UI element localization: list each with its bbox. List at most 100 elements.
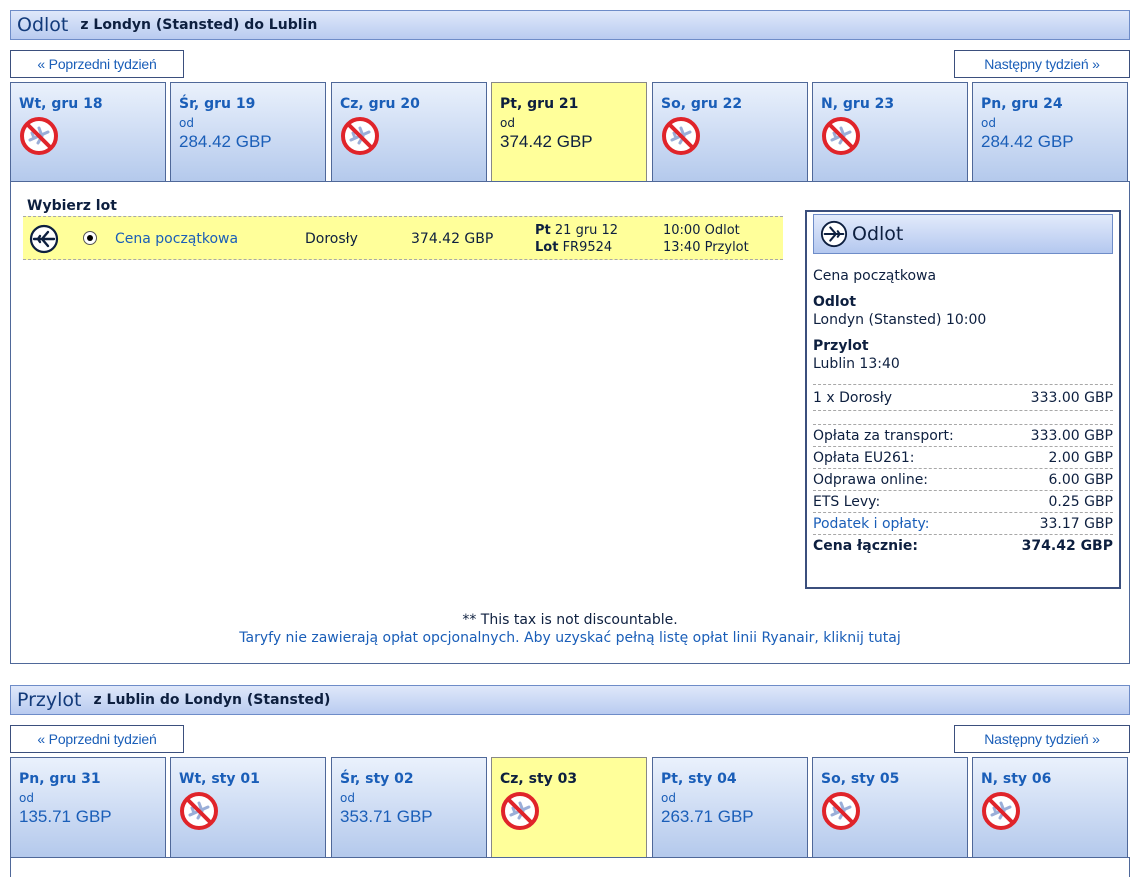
- flight-arrival-time: 13:40 Przylot: [663, 240, 749, 255]
- summary-departure-label: Odlot: [813, 294, 857, 310]
- day-tab-date: Pn, gru 31: [19, 771, 101, 787]
- inbound-flight-panel: [10, 857, 1130, 877]
- fee-label: Odprawa online:: [813, 471, 929, 488]
- fee-label: Opłata za transport:: [813, 427, 954, 444]
- flight-fare-link[interactable]: Cena początkowa: [115, 231, 238, 247]
- day-tab-from-label: od: [340, 791, 355, 805]
- day-tab[interactable]: So, gru 22: [652, 82, 808, 182]
- flight-price: 374.42 GBP: [411, 231, 494, 247]
- tax-note: ** This tax is not discountable.: [462, 612, 678, 628]
- fee-amount: 333.00 GBP: [1030, 427, 1113, 444]
- day-tab-price: 263.71 GBP: [661, 807, 754, 826]
- no-flight-icon: [20, 117, 58, 155]
- day-tab-from-label: od: [179, 116, 194, 130]
- inbound-route: z Lublin do Londyn (Stansted): [93, 692, 331, 708]
- day-tab-date: Śr, sty 02: [340, 771, 414, 787]
- day-tab[interactable]: Pn, gru 24 od 284.42 GBP: [972, 82, 1128, 182]
- summary-header: Odlot: [813, 214, 1113, 254]
- summary-title: Odlot: [852, 223, 904, 245]
- day-tab-price: 284.42 GBP: [179, 132, 272, 151]
- summary-total-row: Cena łącznie: 374.42 GBP: [813, 535, 1113, 557]
- outbound-title: Odlot: [17, 14, 69, 36]
- inbound-next-week-button[interactable]: Następny tydzień »: [954, 725, 1130, 753]
- day-tab[interactable]: Śr, gru 19 od 284.42 GBP: [170, 82, 326, 182]
- no-flight-icon: [662, 117, 700, 155]
- day-tab[interactable]: Pn, gru 31 od 135.71 GBP: [10, 757, 166, 857]
- no-flight-icon: [822, 792, 860, 830]
- day-tab-price: 353.71 GBP: [340, 807, 433, 826]
- fee-amount: 2.00 GBP: [1048, 449, 1113, 466]
- fee-row: Opłata za transport: 333.00 GBP: [813, 425, 1113, 447]
- day-tab-price: 135.71 GBP: [19, 807, 112, 826]
- day-tab-from-label: od: [19, 791, 34, 805]
- outbound-header: Odlot z Londyn (Stansted) do Lublin: [10, 10, 1130, 40]
- flight-departure-time: 10:00 Odlot: [663, 223, 740, 238]
- no-flight-icon: [341, 117, 379, 155]
- summary-total-label: Cena łącznie:: [813, 538, 919, 554]
- summary-passenger-line: 1 x Dorosły: [813, 389, 893, 406]
- fee-label: ETS Levy:: [813, 493, 881, 510]
- inbound-header: Przylot z Lublin do Londyn (Stansted): [10, 685, 1130, 715]
- fee-label[interactable]: Podatek i opłaty:: [813, 516, 929, 532]
- day-tab-date: Pt, sty 04: [661, 771, 737, 787]
- day-tab[interactable]: Pt, gru 21 od 374.42 GBP: [491, 82, 647, 182]
- flight-times: 10:00 Odlot 13:40 Przylot: [663, 222, 749, 256]
- outbound-flight-panel: Wybierz lot Cena początkowa Dorosły 374.…: [10, 181, 1130, 664]
- fee-row: Podatek i opłaty: 33.17 GBP: [813, 513, 1113, 535]
- summary-total-amount: 374.42 GBP: [1021, 538, 1113, 554]
- no-flight-icon: [982, 792, 1020, 830]
- day-tab[interactable]: Wt, sty 01: [170, 757, 326, 857]
- fee-amount: 33.17 GBP: [1039, 515, 1113, 532]
- day-tab[interactable]: N, gru 23: [812, 82, 968, 182]
- day-tab-date: So, sty 05: [821, 771, 900, 787]
- flight-date: 21 gru 12: [554, 223, 619, 238]
- day-tab-from-label: od: [981, 116, 996, 130]
- price-summary: Odlot Cena początkowa Odlot Londyn (Stan…: [805, 210, 1121, 589]
- no-flight-icon: [501, 792, 539, 830]
- summary-passenger-amount: 333.00 GBP: [1030, 389, 1113, 406]
- day-tab-from-label: od: [661, 791, 676, 805]
- summary-fees: Opłata za transport: 333.00 GBP Opłata EU2…: [813, 425, 1113, 535]
- inbound-day-tabs: Pn, gru 31 od 135.71 GBP Wt, sty 01 Śr, sty …: [10, 757, 1130, 857]
- day-tab-date: N, gru 23: [821, 96, 895, 112]
- choose-flight-label: Wybierz lot: [27, 198, 117, 214]
- flight-passenger-type: Dorosły: [305, 231, 358, 247]
- flight-row[interactable]: Cena początkowa Dorosły 374.42 GBP Pt 21…: [23, 216, 783, 260]
- day-tab[interactable]: Śr, sty 02 od 353.71 GBP: [331, 757, 487, 857]
- no-flight-icon: [180, 792, 218, 830]
- day-tab[interactable]: N, sty 06: [972, 757, 1128, 857]
- flight-day-label: Pt: [535, 223, 551, 238]
- summary-arrival-label: Przylot: [813, 338, 869, 354]
- flight-info: Pt 21 gru 12 Lot FR9524: [535, 222, 618, 256]
- airplane-icon: [820, 220, 848, 248]
- inbound-title: Przylot: [17, 689, 82, 711]
- day-tab[interactable]: Pt, sty 04 od 263.71 GBP: [652, 757, 808, 857]
- no-flight-icon: [822, 117, 860, 155]
- fee-amount: 6.00 GBP: [1048, 471, 1113, 488]
- day-tab[interactable]: Cz, sty 03: [491, 757, 647, 857]
- day-tab[interactable]: Wt, gru 18: [10, 82, 166, 182]
- fee-row: Odprawa online: 6.00 GBP: [813, 469, 1113, 491]
- day-tab-date: Cz, gru 20: [340, 96, 420, 112]
- day-tab-date: Pn, gru 24: [981, 96, 1063, 112]
- flight-radio[interactable]: [83, 231, 97, 245]
- summary-passenger-row: 1 x Dorosły 333.00 GBP: [813, 385, 1113, 411]
- day-tab-from-label: od: [500, 116, 515, 130]
- day-tab-date: Cz, sty 03: [500, 771, 578, 787]
- day-tab-date: Wt, gru 18: [19, 96, 103, 112]
- outbound-next-week-button[interactable]: Następny tydzień »: [954, 50, 1130, 78]
- outbound-prev-week-button[interactable]: « Poprzedni tydzień: [10, 50, 184, 78]
- day-tab-date: So, gru 22: [661, 96, 743, 112]
- outbound-route: z Londyn (Stansted) do Lublin: [80, 17, 318, 33]
- summary-arrival-value: Lublin 13:40: [813, 356, 900, 372]
- day-tab[interactable]: So, sty 05: [812, 757, 968, 857]
- day-tab-date: Wt, sty 01: [179, 771, 260, 787]
- day-tab-date: Pt, gru 21: [500, 96, 579, 112]
- fee-row: ETS Levy: 0.25 GBP: [813, 491, 1113, 513]
- inbound-prev-week-button[interactable]: « Poprzedni tydzień: [10, 725, 184, 753]
- airplane-icon: [29, 224, 59, 254]
- fare-note-link[interactable]: Taryfy nie zawierają opłat opcjonalnych.…: [11, 630, 1129, 646]
- fee-label: Opłata EU261:: [813, 449, 915, 466]
- day-tab[interactable]: Cz, gru 20: [331, 82, 487, 182]
- day-tab-price: 284.42 GBP: [981, 132, 1074, 151]
